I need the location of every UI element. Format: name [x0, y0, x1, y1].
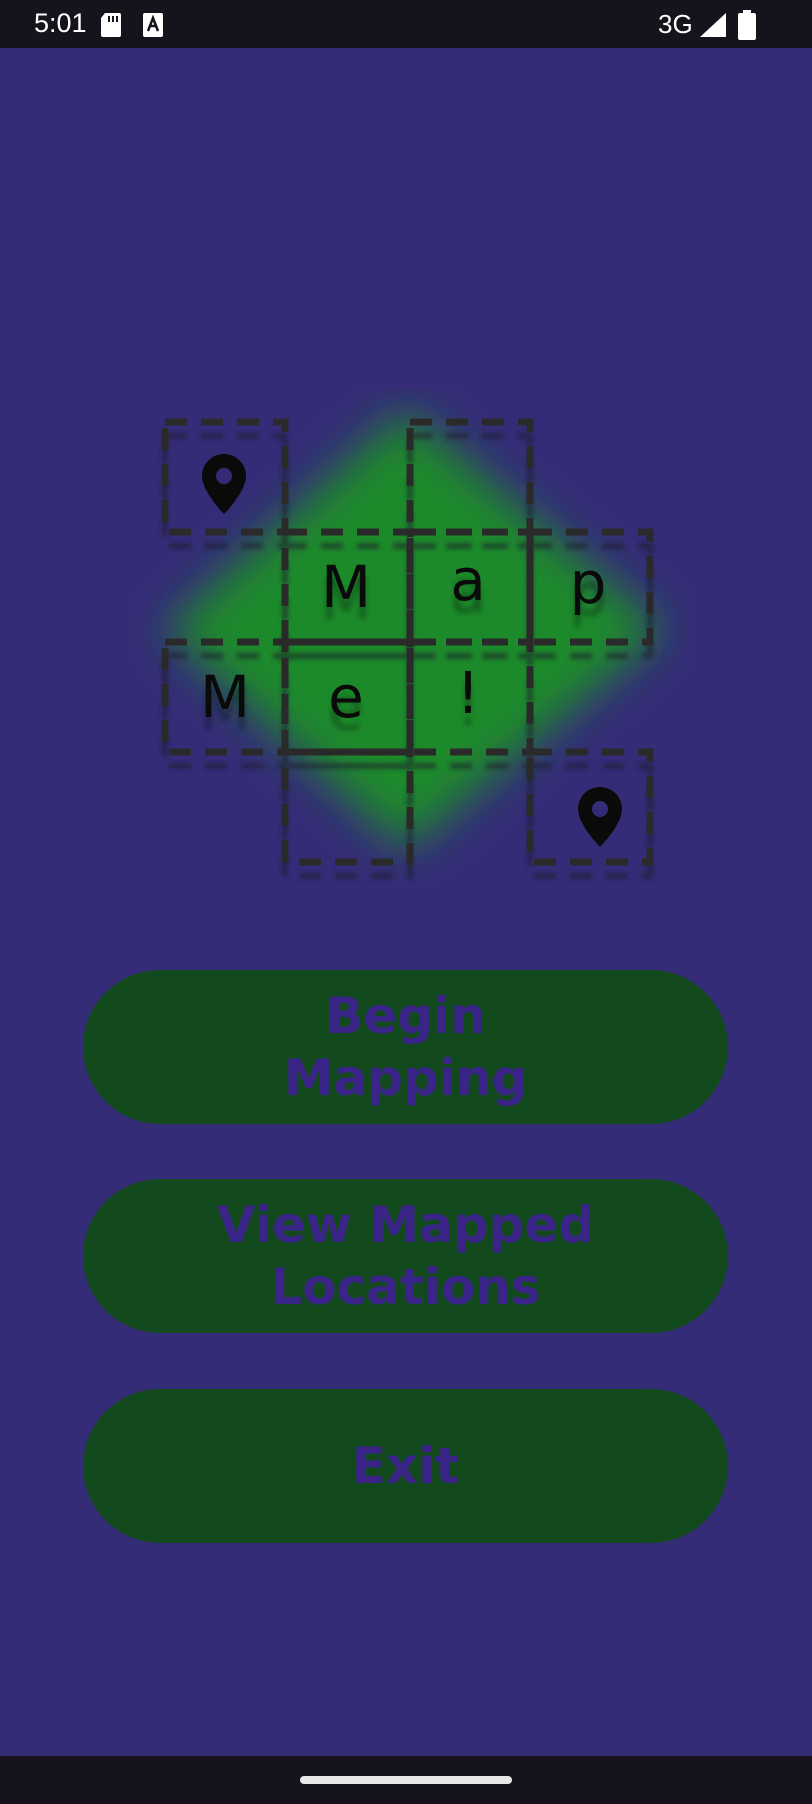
sd-card-icon: [101, 13, 121, 37]
signal-icon: [700, 13, 726, 37]
status-bar: 5:01 3G: [0, 0, 812, 48]
logo-letter: p: [569, 549, 607, 617]
exit-button[interactable]: Exit: [83, 1389, 728, 1543]
logo-letter: M: [320, 553, 372, 621]
battery-icon: [738, 10, 756, 40]
view-mapped-locations-label: View Mapped Locations: [216, 1196, 595, 1316]
location-pin-icon: [202, 454, 246, 514]
app-logo: M a p M e !: [130, 390, 690, 910]
status-time: 5:01: [34, 8, 87, 38]
logo-letter: e: [328, 663, 364, 731]
begin-mapping-button[interactable]: Begin Mapping: [83, 970, 728, 1124]
font-a-icon: [143, 13, 163, 37]
begin-mapping-label: Begin Mapping: [283, 987, 528, 1107]
logo-letter: !: [456, 659, 480, 727]
network-type: 3G: [658, 9, 693, 39]
exit-label: Exit: [351, 1437, 460, 1495]
location-pin-icon: [578, 787, 622, 847]
logo-letter: a: [450, 546, 486, 614]
home-gesture-handle[interactable]: [300, 1776, 512, 1784]
logo-letter: M: [199, 663, 251, 731]
view-mapped-locations-button[interactable]: View Mapped Locations: [83, 1179, 728, 1333]
